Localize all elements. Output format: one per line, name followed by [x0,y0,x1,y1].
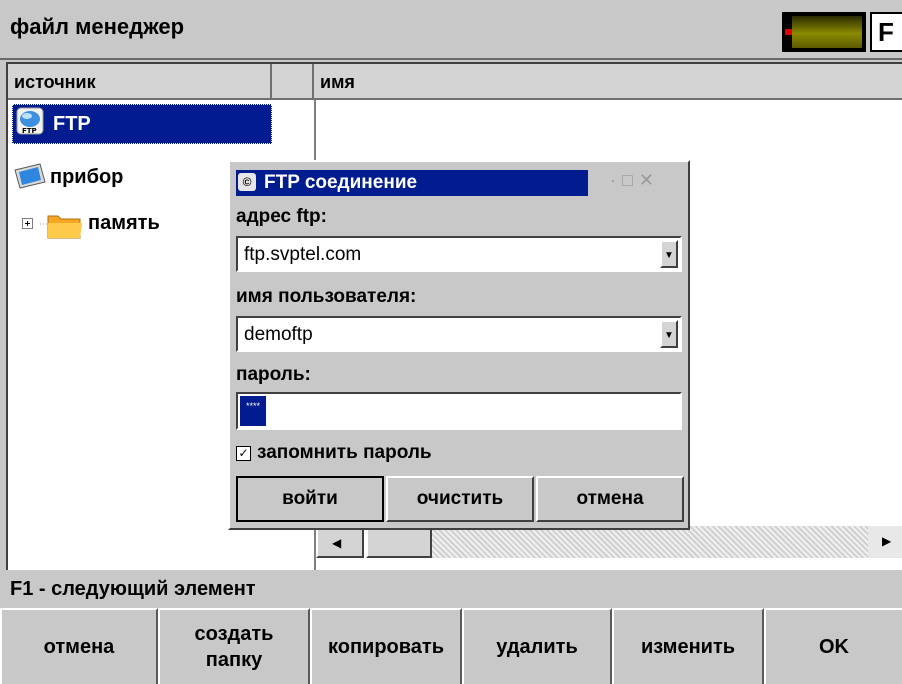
arrow-left-icon: ◀ [332,536,342,550]
device-icon [14,163,46,189]
f-key-indicator: F [870,12,902,52]
scroll-right-button[interactable]: ▶ [868,526,902,558]
maximize-icon[interactable]: □ [622,170,639,190]
cancel-button[interactable]: отмена [0,608,158,684]
ftp-address-value: ftp.svptel.com [244,244,362,265]
title-bar: файл менеджер F [0,0,902,60]
svg-text:FTP: FTP [22,127,37,135]
username-combo[interactable]: demoftp ▼ [236,316,682,352]
checkbox-checked-icon[interactable]: ✓ [236,446,251,461]
ftp-icon: FTP [16,107,44,135]
folder-icon [40,215,82,239]
password-input[interactable]: **** [236,392,682,430]
status-line: F1 - следующий элемент [10,578,256,600]
scroll-left-button[interactable]: ◀ [316,526,364,558]
ok-button[interactable]: OK [764,608,902,684]
column-header-name[interactable]: имя [314,64,902,100]
column-header-source[interactable]: источник [8,64,272,100]
app-icon: © [238,173,256,191]
dropdown-button[interactable]: ▼ [660,320,678,348]
username-value: demoftp [244,324,313,345]
window-controls: ·□✕ [610,170,660,191]
password-label: пароль: [236,364,311,385]
close-icon[interactable]: ✕ [639,170,660,190]
scroll-track[interactable] [432,526,868,558]
copy-button[interactable]: копировать [310,608,462,684]
expand-icon[interactable] [22,218,34,230]
tree-item-label: FTP [53,113,91,135]
chevron-down-icon: ▼ [664,250,674,261]
create-folder-button[interactable]: создать папку [158,608,310,684]
function-key-bar: отмена создать папку копировать удалить … [0,608,902,684]
password-value: **** [240,396,266,426]
arrow-right-icon: ▶ [882,534,892,548]
ftp-address-combo[interactable]: ftp.svptel.com ▼ [236,236,682,272]
tree-item-ftp[interactable]: FTP FTP [12,104,272,144]
column-header-blank [272,64,314,100]
dropdown-button[interactable]: ▼ [660,240,678,268]
ftp-connection-dialog: © FTP соединение ·□✕ адрес ftp: ftp.svpt… [228,160,690,530]
login-button[interactable]: войти [236,476,384,522]
username-label: имя пользователя: [236,286,417,307]
scroll-thumb[interactable] [366,526,432,558]
battery-level [792,16,862,48]
battery-indicator [782,12,866,52]
window-title: файл менеджер [10,14,185,39]
remember-password-checkbox[interactable]: ✓ запомнить пароль [236,442,432,464]
tree-item-label: прибор [50,166,124,188]
clear-button[interactable]: очистить [386,476,534,522]
minimize-icon[interactable]: · [610,170,622,190]
delete-button[interactable]: удалить [462,608,612,684]
dialog-title: FTP соединение [264,172,418,193]
remember-password-label: запомнить пароль [257,442,432,463]
dialog-cancel-button[interactable]: отмена [536,476,684,522]
dialog-title-bar[interactable]: © FTP соединение [236,170,588,196]
ftp-address-label: адрес ftp: [236,206,327,227]
edit-button[interactable]: изменить [612,608,764,684]
chevron-down-icon: ▼ [664,330,674,341]
tree-item-label: память [88,212,160,234]
